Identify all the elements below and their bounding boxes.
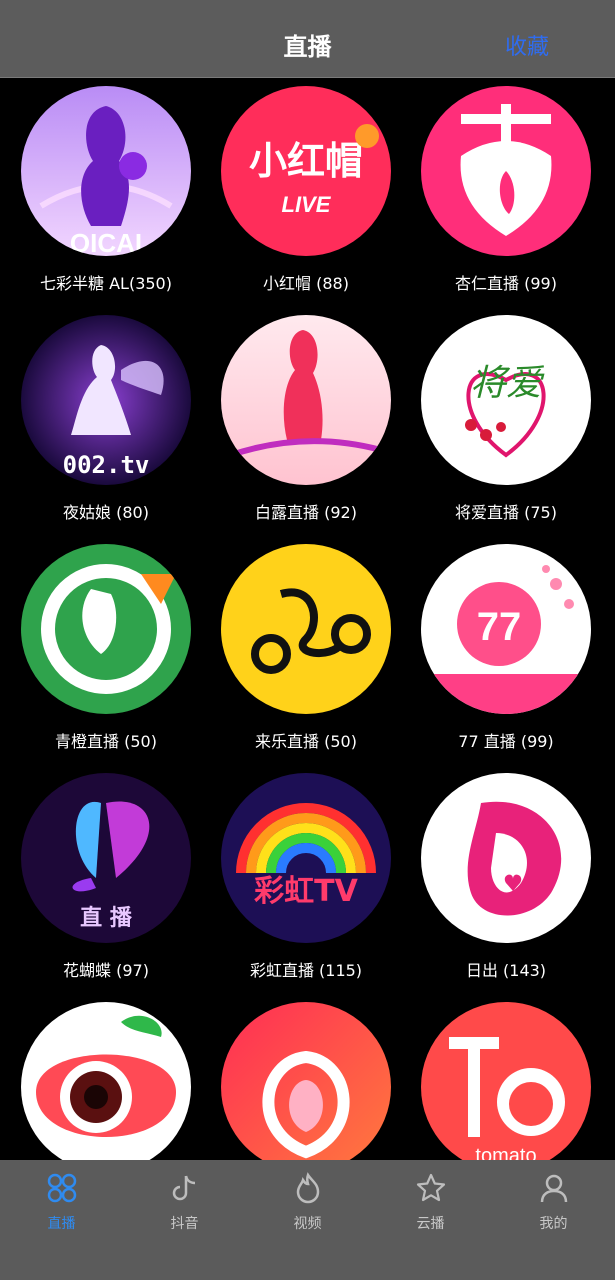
fairy-silhouette-icon: 002.tv bbox=[21, 315, 191, 485]
logo-text: QICAI bbox=[70, 228, 142, 256]
flame-icon bbox=[296, 1172, 320, 1204]
platform-label: 小红帽 (88) bbox=[263, 274, 349, 293]
logo-text: 直 播 bbox=[80, 905, 133, 931]
rainbow-tv-icon: 彩虹TV bbox=[221, 773, 391, 943]
logo-text: 彩虹TV bbox=[254, 874, 358, 909]
platform-grid: QICAI 七彩半糖 AL(350) 小红帽 LIVE 小红帽 (88) 杏仁直… bbox=[0, 78, 615, 1160]
platform-item[interactable]: 青橙直播 (50) bbox=[0, 536, 200, 765]
person-icon bbox=[540, 1174, 568, 1203]
platform-label: 白露直播 (92) bbox=[255, 503, 357, 522]
butterfly-icon: 直 播 bbox=[21, 773, 191, 943]
tab-live[interactable]: 直播 bbox=[0, 1160, 123, 1280]
77-logo-icon: 77 bbox=[421, 544, 591, 714]
platform-item[interactable]: 日出 (143) bbox=[400, 765, 600, 994]
platform-label: 夜姑娘 (80) bbox=[63, 503, 149, 522]
platform-label: 青橙直播 (50) bbox=[55, 732, 157, 751]
woman-silhouette-purple-icon: QICAI bbox=[21, 86, 191, 256]
logo-text: 002.tv bbox=[63, 451, 150, 479]
logo-text: 77 bbox=[477, 605, 522, 649]
logo-text: 小红帽 bbox=[249, 139, 363, 183]
logo-subtext: LIVE bbox=[282, 192, 332, 217]
logo-text: 将爱 bbox=[470, 363, 545, 404]
grid-circles-icon bbox=[47, 1173, 77, 1203]
platform-item[interactable]: tomato bbox=[400, 994, 600, 1160]
platform-item[interactable]: 来乐直播 (50) bbox=[200, 536, 400, 765]
platform-item[interactable]: 77 77 直播 (99) bbox=[400, 536, 600, 765]
favorites-button[interactable]: 收藏 bbox=[505, 29, 549, 61]
laile-logo-icon bbox=[221, 544, 391, 714]
tab-label: 抖音 bbox=[170, 1216, 199, 1232]
star-icon bbox=[416, 1173, 446, 1202]
tab-douyin[interactable]: 抖音 bbox=[123, 1160, 246, 1280]
woman-face-heart-icon bbox=[421, 773, 591, 943]
nav-header: 直播 收藏 bbox=[0, 0, 615, 78]
tab-label: 云播 bbox=[416, 1216, 445, 1232]
platform-item[interactable]: 将爱 将爱直播 (75) bbox=[400, 307, 600, 536]
platform-label: 来乐直播 (50) bbox=[255, 732, 357, 751]
platform-item[interactable] bbox=[200, 994, 400, 1160]
platform-label: 将爱直播 (75) bbox=[455, 503, 557, 522]
tab-mine[interactable]: 我的 bbox=[492, 1160, 615, 1280]
xiaohongmao-logo-icon: 小红帽 LIVE bbox=[221, 86, 391, 256]
tab-cloud[interactable]: 云播 bbox=[369, 1160, 492, 1280]
xingren-logo-icon bbox=[421, 86, 591, 256]
platform-item[interactable]: 002.tv 夜姑娘 (80) bbox=[0, 307, 200, 536]
platform-item[interactable]: QICAI 七彩半糖 AL(350) bbox=[0, 78, 200, 307]
green-circle-woman-icon bbox=[21, 544, 191, 714]
tab-video[interactable]: 视频 bbox=[246, 1160, 369, 1280]
platform-item[interactable]: 彩虹TV 彩虹直播 (115) bbox=[200, 765, 400, 994]
platform-item[interactable]: 小红帽 LIVE 小红帽 (88) bbox=[200, 78, 400, 307]
tab-label: 我的 bbox=[539, 1216, 568, 1232]
platform-label: 花蝴蝶 (97) bbox=[63, 961, 149, 980]
logo-text: tomato bbox=[475, 1145, 536, 1160]
platform-label: 杏仁直播 (99) bbox=[455, 274, 557, 293]
jiangai-heart-logo-icon: 将爱 bbox=[421, 315, 591, 485]
platform-label: 彩虹直播 (115) bbox=[249, 961, 363, 980]
platform-label: 七彩半糖 AL(350) bbox=[40, 274, 172, 293]
platform-item[interactable]: 杏仁直播 (99) bbox=[400, 78, 600, 307]
platform-item[interactable]: 白露直播 (92) bbox=[200, 307, 400, 536]
tab-bar: 直播 抖音 视频 云播 我的 bbox=[0, 1160, 615, 1280]
tomato-eye-icon bbox=[21, 1002, 191, 1160]
woman-silhouette-pink-icon bbox=[221, 315, 391, 485]
tomato-t-logo-icon: tomato bbox=[421, 1002, 591, 1160]
tab-label: 直播 bbox=[47, 1216, 76, 1232]
tab-label: 视频 bbox=[293, 1216, 322, 1232]
platform-item[interactable]: 直 播 花蝴蝶 (97) bbox=[0, 765, 200, 994]
platform-label: 77 直播 (99) bbox=[458, 732, 554, 751]
peach-logo-icon bbox=[221, 1002, 391, 1160]
platform-item[interactable] bbox=[0, 994, 200, 1160]
music-note-icon bbox=[172, 1175, 196, 1201]
platform-label: 日出 (143) bbox=[465, 961, 547, 980]
